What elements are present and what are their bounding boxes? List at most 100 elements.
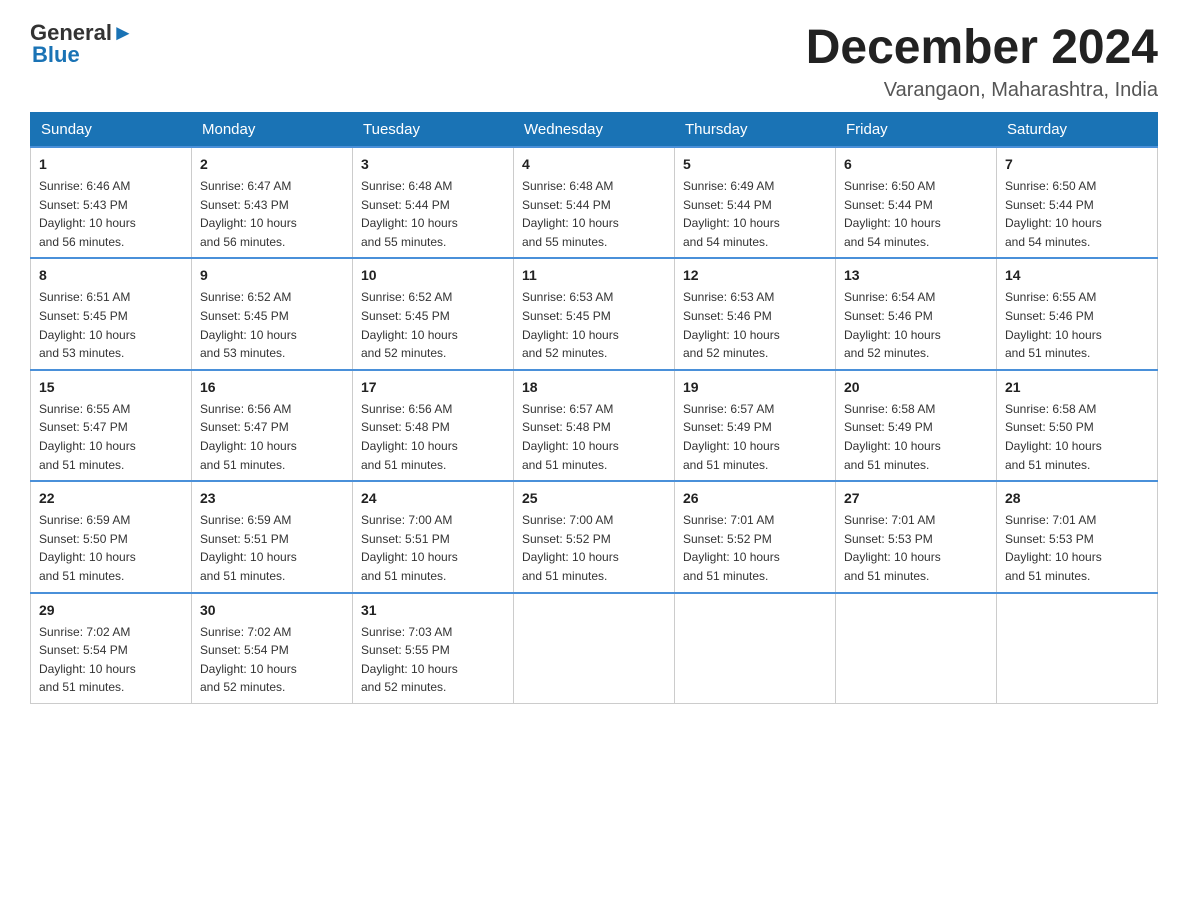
calendar-week-row: 1Sunrise: 6:46 AMSunset: 5:43 PMDaylight… <box>31 147 1158 258</box>
day-number: 2 <box>200 154 344 175</box>
calendar-cell: 28Sunrise: 7:01 AMSunset: 5:53 PMDayligh… <box>997 481 1158 592</box>
calendar-cell: 7Sunrise: 6:50 AMSunset: 5:44 PMDaylight… <box>997 147 1158 258</box>
day-number: 27 <box>844 488 988 509</box>
day-info: Sunrise: 6:51 AMSunset: 5:45 PMDaylight:… <box>39 288 183 362</box>
day-number: 21 <box>1005 377 1149 398</box>
logo-line2: Blue <box>30 42 80 68</box>
calendar-cell: 27Sunrise: 7:01 AMSunset: 5:53 PMDayligh… <box>836 481 997 592</box>
calendar-cell: 4Sunrise: 6:48 AMSunset: 5:44 PMDaylight… <box>514 147 675 258</box>
day-info: Sunrise: 6:50 AMSunset: 5:44 PMDaylight:… <box>1005 177 1149 251</box>
day-number: 13 <box>844 265 988 286</box>
calendar-cell: 25Sunrise: 7:00 AMSunset: 5:52 PMDayligh… <box>514 481 675 592</box>
logo-arrow-decoration: ► <box>112 20 134 45</box>
calendar-cell: 31Sunrise: 7:03 AMSunset: 5:55 PMDayligh… <box>353 593 514 704</box>
day-number: 11 <box>522 265 666 286</box>
day-info: Sunrise: 6:55 AMSunset: 5:46 PMDaylight:… <box>1005 288 1149 362</box>
day-number: 15 <box>39 377 183 398</box>
day-number: 6 <box>844 154 988 175</box>
day-info: Sunrise: 6:52 AMSunset: 5:45 PMDaylight:… <box>200 288 344 362</box>
calendar-cell: 30Sunrise: 7:02 AMSunset: 5:54 PMDayligh… <box>192 593 353 704</box>
calendar-cell: 29Sunrise: 7:02 AMSunset: 5:54 PMDayligh… <box>31 593 192 704</box>
day-number: 14 <box>1005 265 1149 286</box>
calendar-cell: 3Sunrise: 6:48 AMSunset: 5:44 PMDaylight… <box>353 147 514 258</box>
day-info: Sunrise: 6:52 AMSunset: 5:45 PMDaylight:… <box>361 288 505 362</box>
calendar-cell: 23Sunrise: 6:59 AMSunset: 5:51 PMDayligh… <box>192 481 353 592</box>
day-info: Sunrise: 7:02 AMSunset: 5:54 PMDaylight:… <box>39 623 183 697</box>
day-number: 30 <box>200 600 344 621</box>
location: Varangaon, Maharashtra, India <box>806 79 1158 102</box>
calendar-cell: 21Sunrise: 6:58 AMSunset: 5:50 PMDayligh… <box>997 370 1158 481</box>
calendar-cell <box>514 593 675 704</box>
calendar-cell: 11Sunrise: 6:53 AMSunset: 5:45 PMDayligh… <box>514 258 675 369</box>
calendar-cell: 22Sunrise: 6:59 AMSunset: 5:50 PMDayligh… <box>31 481 192 592</box>
day-info: Sunrise: 6:55 AMSunset: 5:47 PMDaylight:… <box>39 400 183 474</box>
title-section: December 2024 Varangaon, Maharashtra, In… <box>806 20 1158 102</box>
day-info: Sunrise: 6:58 AMSunset: 5:49 PMDaylight:… <box>844 400 988 474</box>
calendar-header-row: SundayMondayTuesdayWednesdayThursdayFrid… <box>31 113 1158 148</box>
day-number: 7 <box>1005 154 1149 175</box>
day-number: 9 <box>200 265 344 286</box>
day-info: Sunrise: 6:49 AMSunset: 5:44 PMDaylight:… <box>683 177 827 251</box>
calendar-cell <box>675 593 836 704</box>
day-number: 19 <box>683 377 827 398</box>
day-info: Sunrise: 7:01 AMSunset: 5:53 PMDaylight:… <box>1005 511 1149 585</box>
calendar-cell: 6Sunrise: 6:50 AMSunset: 5:44 PMDaylight… <box>836 147 997 258</box>
day-info: Sunrise: 7:01 AMSunset: 5:52 PMDaylight:… <box>683 511 827 585</box>
calendar-week-row: 22Sunrise: 6:59 AMSunset: 5:50 PMDayligh… <box>31 481 1158 592</box>
calendar-cell: 13Sunrise: 6:54 AMSunset: 5:46 PMDayligh… <box>836 258 997 369</box>
day-number: 10 <box>361 265 505 286</box>
day-info: Sunrise: 7:00 AMSunset: 5:51 PMDaylight:… <box>361 511 505 585</box>
calendar-week-row: 8Sunrise: 6:51 AMSunset: 5:45 PMDaylight… <box>31 258 1158 369</box>
calendar-cell: 20Sunrise: 6:58 AMSunset: 5:49 PMDayligh… <box>836 370 997 481</box>
calendar-cell: 16Sunrise: 6:56 AMSunset: 5:47 PMDayligh… <box>192 370 353 481</box>
day-number: 18 <box>522 377 666 398</box>
day-number: 23 <box>200 488 344 509</box>
day-number: 16 <box>200 377 344 398</box>
day-number: 24 <box>361 488 505 509</box>
calendar-cell: 15Sunrise: 6:55 AMSunset: 5:47 PMDayligh… <box>31 370 192 481</box>
day-info: Sunrise: 7:02 AMSunset: 5:54 PMDaylight:… <box>200 623 344 697</box>
calendar-cell: 26Sunrise: 7:01 AMSunset: 5:52 PMDayligh… <box>675 481 836 592</box>
day-number: 17 <box>361 377 505 398</box>
day-number: 4 <box>522 154 666 175</box>
day-number: 28 <box>1005 488 1149 509</box>
day-number: 22 <box>39 488 183 509</box>
day-number: 8 <box>39 265 183 286</box>
day-info: Sunrise: 6:53 AMSunset: 5:46 PMDaylight:… <box>683 288 827 362</box>
calendar-header-sunday: Sunday <box>31 113 192 148</box>
day-number: 5 <box>683 154 827 175</box>
day-info: Sunrise: 6:48 AMSunset: 5:44 PMDaylight:… <box>361 177 505 251</box>
day-number: 31 <box>361 600 505 621</box>
day-info: Sunrise: 6:58 AMSunset: 5:50 PMDaylight:… <box>1005 400 1149 474</box>
day-info: Sunrise: 6:54 AMSunset: 5:46 PMDaylight:… <box>844 288 988 362</box>
calendar-cell: 10Sunrise: 6:52 AMSunset: 5:45 PMDayligh… <box>353 258 514 369</box>
day-info: Sunrise: 7:00 AMSunset: 5:52 PMDaylight:… <box>522 511 666 585</box>
logo: General► Blue <box>30 20 134 68</box>
day-info: Sunrise: 6:48 AMSunset: 5:44 PMDaylight:… <box>522 177 666 251</box>
day-info: Sunrise: 6:50 AMSunset: 5:44 PMDaylight:… <box>844 177 988 251</box>
day-info: Sunrise: 6:57 AMSunset: 5:48 PMDaylight:… <box>522 400 666 474</box>
calendar-cell: 17Sunrise: 6:56 AMSunset: 5:48 PMDayligh… <box>353 370 514 481</box>
month-title: December 2024 <box>806 20 1158 75</box>
day-number: 3 <box>361 154 505 175</box>
calendar-cell: 14Sunrise: 6:55 AMSunset: 5:46 PMDayligh… <box>997 258 1158 369</box>
day-info: Sunrise: 7:01 AMSunset: 5:53 PMDaylight:… <box>844 511 988 585</box>
calendar-header-wednesday: Wednesday <box>514 113 675 148</box>
calendar-cell: 12Sunrise: 6:53 AMSunset: 5:46 PMDayligh… <box>675 258 836 369</box>
calendar-cell: 2Sunrise: 6:47 AMSunset: 5:43 PMDaylight… <box>192 147 353 258</box>
calendar-week-row: 15Sunrise: 6:55 AMSunset: 5:47 PMDayligh… <box>31 370 1158 481</box>
day-info: Sunrise: 6:46 AMSunset: 5:43 PMDaylight:… <box>39 177 183 251</box>
calendar-cell: 8Sunrise: 6:51 AMSunset: 5:45 PMDaylight… <box>31 258 192 369</box>
calendar-cell: 1Sunrise: 6:46 AMSunset: 5:43 PMDaylight… <box>31 147 192 258</box>
calendar-cell: 18Sunrise: 6:57 AMSunset: 5:48 PMDayligh… <box>514 370 675 481</box>
calendar-cell: 9Sunrise: 6:52 AMSunset: 5:45 PMDaylight… <box>192 258 353 369</box>
day-info: Sunrise: 6:53 AMSunset: 5:45 PMDaylight:… <box>522 288 666 362</box>
calendar-cell: 24Sunrise: 7:00 AMSunset: 5:51 PMDayligh… <box>353 481 514 592</box>
day-number: 1 <box>39 154 183 175</box>
calendar-header-saturday: Saturday <box>997 113 1158 148</box>
day-info: Sunrise: 6:59 AMSunset: 5:51 PMDaylight:… <box>200 511 344 585</box>
calendar-week-row: 29Sunrise: 7:02 AMSunset: 5:54 PMDayligh… <box>31 593 1158 704</box>
calendar-header-friday: Friday <box>836 113 997 148</box>
day-number: 26 <box>683 488 827 509</box>
day-info: Sunrise: 6:59 AMSunset: 5:50 PMDaylight:… <box>39 511 183 585</box>
